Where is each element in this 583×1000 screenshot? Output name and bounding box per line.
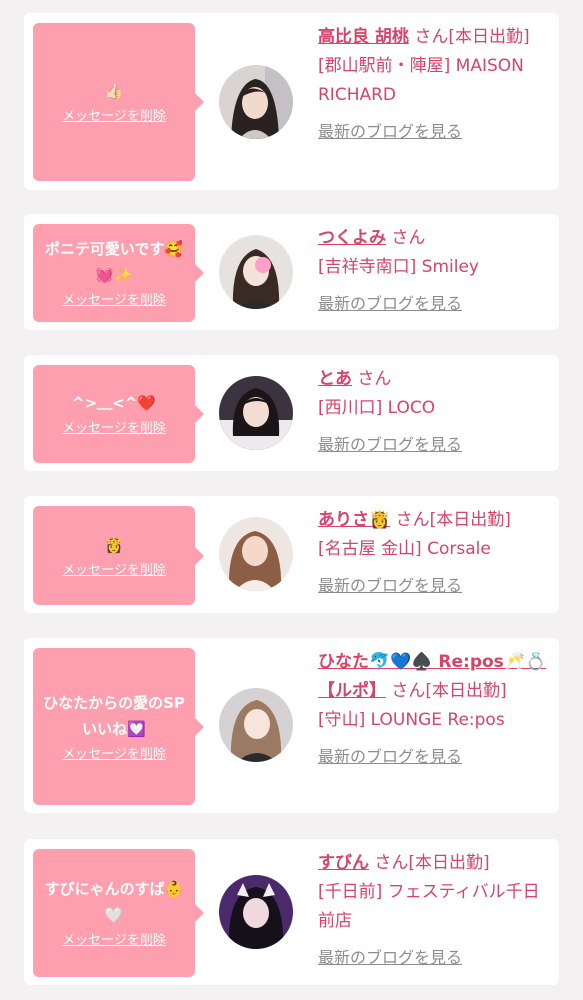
avatar-photo-icon — [219, 376, 293, 450]
work-status: [本日出勤] — [408, 853, 490, 873]
message-card: ポニテ可愛いです🥰💓✨ メッセージを削除 つくよみ さん [吉祥寺南口] Smi… — [24, 214, 559, 330]
delete-message-link[interactable]: メッセージを削除 — [62, 746, 166, 764]
message-card: 👸 メッセージを削除 ありさ👸 さん[本日出勤] [名古屋 金山] Corsal… — [24, 496, 559, 613]
message-text: ^>﹏<^❤️ — [72, 394, 156, 412]
honorific: さん — [395, 510, 430, 530]
shop-name: [西川口] LOCO — [318, 398, 436, 418]
honorific: さん — [414, 27, 449, 47]
sender-name-link[interactable]: つくよみ — [318, 228, 386, 248]
avatar-photo-icon — [219, 65, 293, 139]
shop-name: [吉祥寺南口] Smiley — [318, 257, 479, 277]
message-bubble: ^>﹏<^❤️ メッセージを削除 — [33, 365, 204, 463]
message-bubble: ポニテ可愛いです🥰💓✨ メッセージを削除 — [33, 224, 204, 322]
honorific: さん — [357, 369, 392, 389]
message-text: 👸 — [104, 535, 124, 554]
avatar[interactable] — [219, 517, 293, 591]
view-blog-link[interactable]: 最新のブログを見る — [318, 571, 462, 600]
avatar-photo-icon — [219, 517, 293, 591]
message-bubble: すびにゃんのすば👶🤍 メッセージを削除 — [33, 849, 204, 977]
delete-message-link[interactable]: メッセージを削除 — [62, 420, 166, 438]
view-blog-link[interactable]: 最新のブログを見る — [318, 430, 462, 459]
work-status: [本日出勤] — [448, 27, 530, 47]
sender-name-link[interactable]: とあ — [318, 369, 352, 389]
sender-name-link[interactable]: すびん — [318, 853, 369, 873]
avatar[interactable] — [219, 235, 293, 309]
delete-message-link[interactable]: メッセージを削除 — [62, 932, 166, 950]
sender-info: とあ さん [西川口] LOCO 最新のブログを見る — [318, 365, 550, 460]
message-text: すびにゃんのすば👶🤍 — [44, 880, 184, 924]
sender-info: ありさ👸 さん[本日出勤] [名古屋 金山] Corsale 最新のブログを見る — [318, 506, 550, 601]
avatar-photo-icon — [219, 688, 293, 762]
sender-name-link[interactable]: ありさ👸 — [318, 510, 390, 530]
delete-message-link[interactable]: メッセージを削除 — [62, 292, 166, 310]
message-list: 👍🏻 メッセージを削除 高比良 胡桃 さん[本日出勤] [郡山駅前・陣屋] MA… — [0, 0, 583, 1000]
view-blog-link[interactable]: 最新のブログを見る — [318, 943, 462, 972]
message-bubble: 👸 メッセージを削除 — [33, 506, 204, 605]
avatar[interactable] — [219, 376, 293, 450]
avatar-photo-icon — [219, 235, 293, 309]
shop-name: [名古屋 金山] Corsale — [318, 539, 491, 559]
delete-message-link[interactable]: メッセージを削除 — [62, 108, 166, 126]
view-blog-link[interactable]: 最新のブログを見る — [318, 117, 462, 146]
message-bubble: ひなたからの愛のSPいいね💟 メッセージを削除 — [33, 648, 204, 805]
sender-info: すびん さん[本日出勤] [千日前] フェスティバル千日前店 最新のブログを見る — [318, 849, 550, 973]
message-text: ひなたからの愛のSPいいね💟 — [43, 693, 185, 738]
avatar[interactable] — [219, 688, 293, 762]
work-status: [本日出勤] — [429, 510, 511, 530]
message-text: 👍🏻 — [104, 82, 124, 100]
avatar-photo-icon — [219, 875, 293, 949]
sender-info: ひなた🐬💙♠️ Re:pos🥂💍【ルポ】 さん[本日出勤] [守山] LOUNG… — [318, 648, 550, 772]
message-bubble: 👍🏻 メッセージを削除 — [33, 23, 204, 181]
avatar[interactable] — [219, 875, 293, 949]
honorific: さん — [391, 228, 426, 248]
delete-message-link[interactable]: メッセージを削除 — [62, 562, 166, 580]
honorific: さん — [374, 853, 409, 873]
message-card: すびにゃんのすば👶🤍 メッセージを削除 すびん さん[本日出勤] [千日前] フ… — [24, 839, 559, 985]
honorific: さん — [391, 681, 426, 701]
message-text: ポニテ可愛いです🥰💓✨ — [44, 240, 184, 284]
sender-info: つくよみ さん [吉祥寺南口] Smiley 最新のブログを見る — [318, 224, 550, 319]
work-status: [本日出勤] — [425, 681, 507, 701]
message-card: ^>﹏<^❤️ メッセージを削除 とあ さん [西川口] LOCO 最新のブログ… — [24, 355, 559, 471]
view-blog-link[interactable]: 最新のブログを見る — [318, 289, 462, 318]
message-card: 👍🏻 メッセージを削除 高比良 胡桃 さん[本日出勤] [郡山駅前・陣屋] MA… — [24, 13, 559, 190]
avatar[interactable] — [219, 65, 293, 139]
shop-name: [郡山駅前・陣屋] MAISON RICHARD — [318, 56, 524, 105]
sender-name-link[interactable]: 高比良 胡桃 — [318, 27, 409, 47]
view-blog-link[interactable]: 最新のブログを見る — [318, 742, 462, 771]
message-card: ひなたからの愛のSPいいね💟 メッセージを削除 ひなた🐬💙♠️ Re:pos🥂💍… — [24, 638, 559, 813]
shop-name: [千日前] フェスティバル千日前店 — [318, 882, 540, 931]
sender-info: 高比良 胡桃 さん[本日出勤] [郡山駅前・陣屋] MAISON RICHARD… — [318, 23, 550, 147]
shop-name: [守山] LOUNGE Re:pos — [318, 710, 505, 730]
